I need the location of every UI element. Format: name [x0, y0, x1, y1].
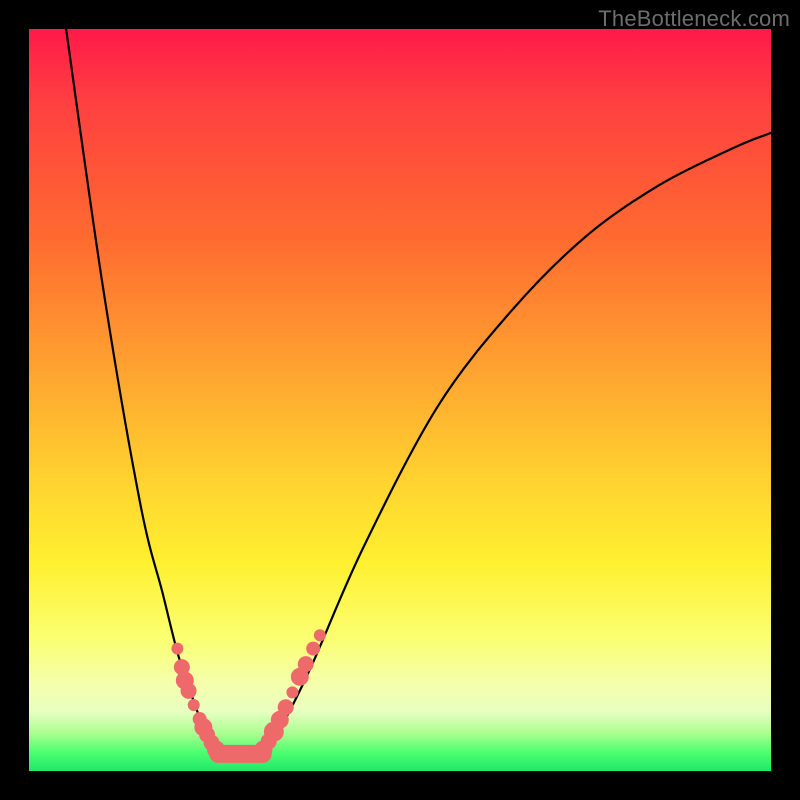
marker-dot — [278, 699, 294, 715]
marker-dot — [298, 656, 314, 672]
chart-area — [29, 29, 771, 771]
marker-dot — [314, 629, 326, 641]
chart-svg — [29, 29, 771, 771]
watermark-text: TheBottleneck.com — [598, 6, 790, 32]
marker-dot — [171, 643, 183, 655]
marker-dot — [306, 642, 320, 656]
marker-dot — [286, 686, 298, 698]
curve-left-branch — [66, 29, 218, 754]
marker-dot — [188, 699, 200, 711]
marker-group — [171, 629, 325, 758]
curve-right-branch — [263, 133, 771, 754]
marker-dot — [207, 740, 225, 758]
marker-dot — [181, 683, 197, 699]
